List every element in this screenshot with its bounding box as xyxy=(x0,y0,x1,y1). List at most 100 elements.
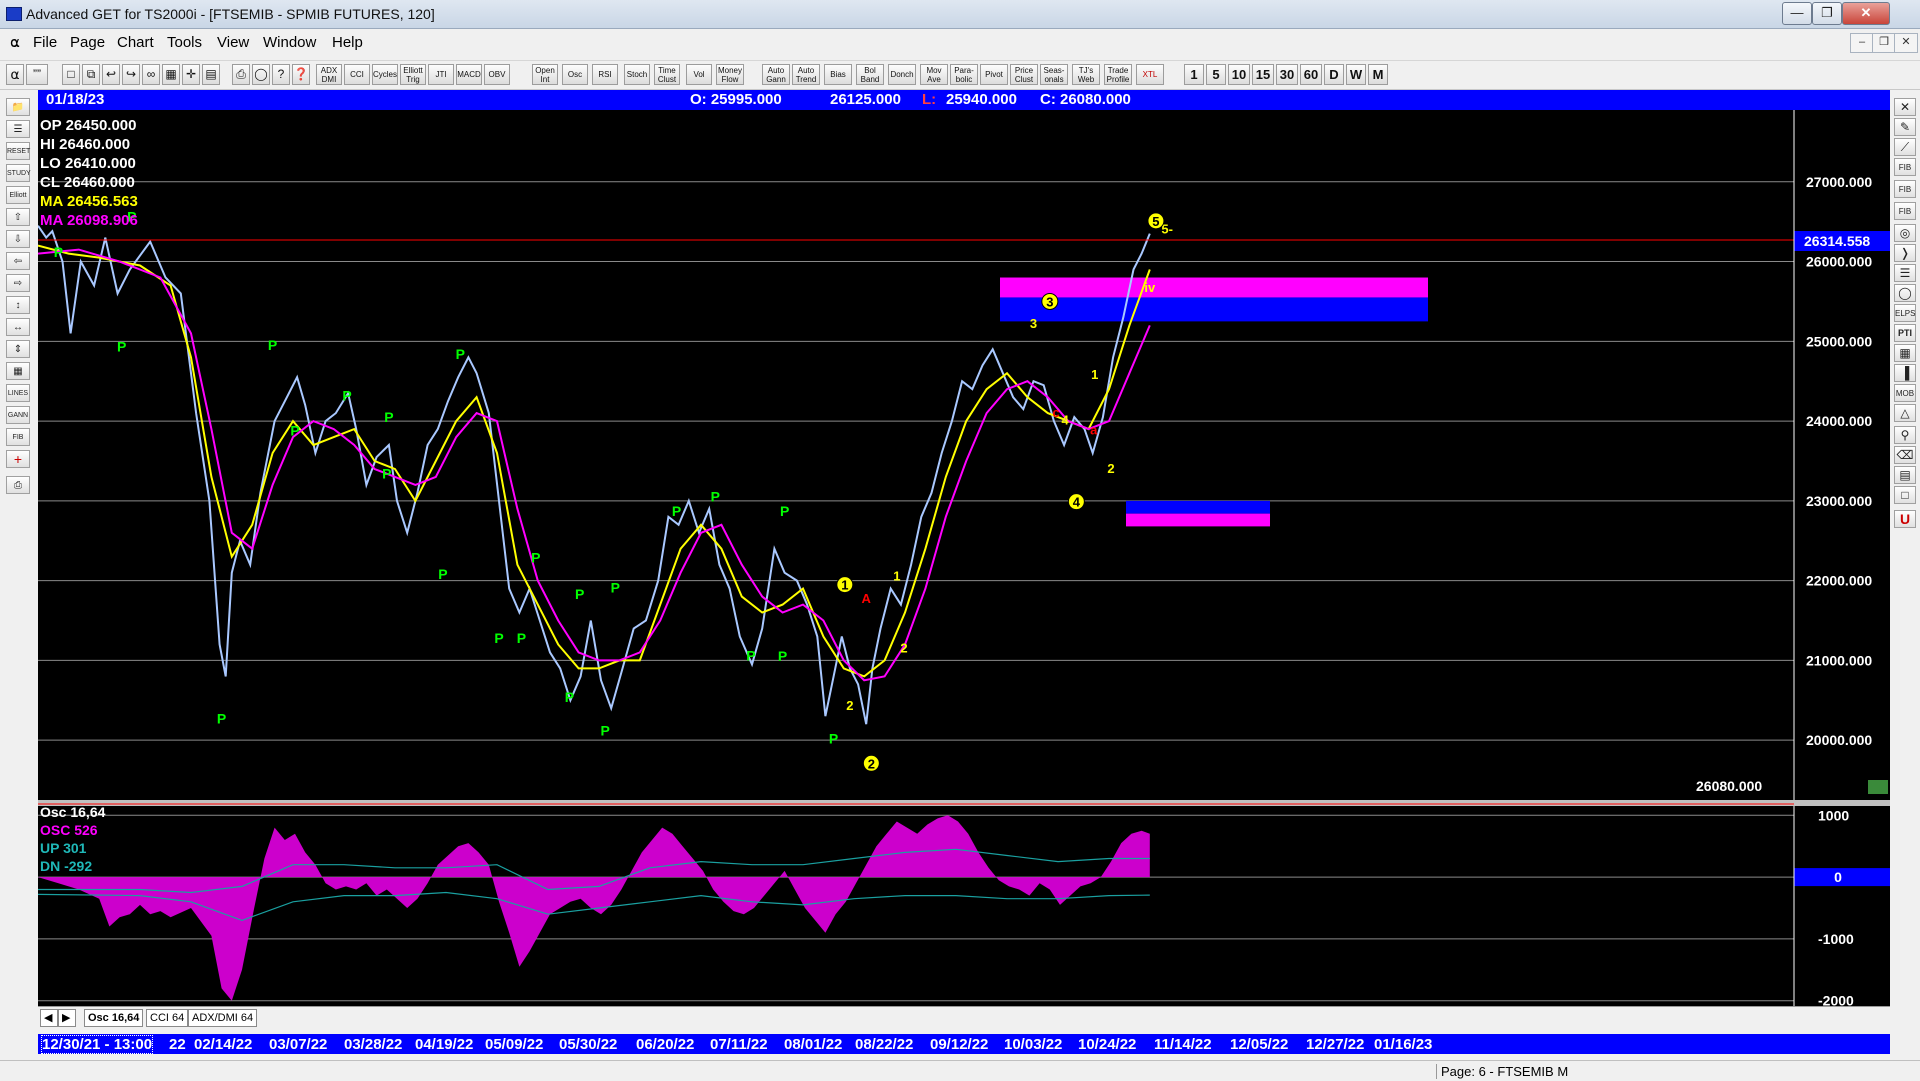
open-folder-icon[interactable]: 📁 xyxy=(6,98,30,116)
study-stoch-button[interactable]: Stoch xyxy=(624,64,650,85)
study-price-clust-button[interactable]: Price Clust xyxy=(1010,64,1038,85)
interval-5-button[interactable]: 5 xyxy=(1206,64,1226,85)
study-bol-band-button[interactable]: Bol Band xyxy=(856,64,884,85)
study-adx-dmi-button[interactable]: ADX DMI xyxy=(316,64,342,85)
study-money-flow-button[interactable]: Money Flow xyxy=(716,64,744,85)
maximize-button[interactable]: ❐ xyxy=(1812,2,1842,25)
tab-scroll-left-icon[interactable]: ◀ xyxy=(40,1009,58,1027)
tab-scroll-right-icon[interactable]: ▶ xyxy=(58,1009,76,1027)
grid-toggle-icon[interactable]: ▦ xyxy=(6,362,30,380)
menu-chart[interactable]: Chart xyxy=(117,34,154,51)
pti-icon[interactable]: PTI xyxy=(1894,324,1916,342)
crosshair-icon[interactable]: ✛ xyxy=(182,64,200,85)
mdi-restore-button[interactable]: ❐ xyxy=(1872,33,1896,53)
menu-page[interactable]: Page xyxy=(70,34,105,51)
copy-page-icon[interactable]: ⧉ xyxy=(82,64,100,85)
help-question-icon[interactable]: ? xyxy=(272,64,290,85)
scroll-grip-icon[interactable] xyxy=(1868,780,1888,794)
interval-1-button[interactable]: 1 xyxy=(1184,64,1204,85)
next-page-icon[interactable]: ↪ xyxy=(122,64,140,85)
study-icon[interactable]: STUDY xyxy=(6,164,31,182)
menu-view[interactable]: View xyxy=(217,34,249,51)
study-auto-trend-button[interactable]: Auto Trend xyxy=(792,64,820,85)
fib-ret-icon[interactable]: FIB xyxy=(1894,158,1916,176)
study-vol-button[interactable]: Vol xyxy=(686,64,712,85)
grid-box-icon[interactable]: ▦ xyxy=(1894,344,1916,362)
trendline-icon[interactable]: ⟋ xyxy=(1894,138,1916,156)
interval-10-button[interactable]: 10 xyxy=(1228,64,1250,85)
mdi-minimize-button[interactable]: – xyxy=(1850,33,1874,53)
context-help-icon[interactable]: ❓ xyxy=(292,64,310,85)
arrow-down-icon[interactable]: ⇩ xyxy=(6,230,30,248)
study-elliott-trig-button[interactable]: Elliott Trig xyxy=(400,64,426,85)
study-auto-gann-button[interactable]: Auto Gann xyxy=(762,64,790,85)
grid-icon[interactable]: ▦ xyxy=(162,64,180,85)
layout-icon[interactable]: ▤ xyxy=(202,64,220,85)
pointer-tool-icon[interactable]: ⍺ xyxy=(6,64,24,85)
gann-icon[interactable]: GANN xyxy=(6,406,30,424)
study-mov-ave-button[interactable]: Mov Ave xyxy=(920,64,948,85)
arrow-right-icon[interactable]: ⇨ xyxy=(6,274,30,292)
bars-icon[interactable]: ▤ xyxy=(1894,466,1916,484)
study-time-clust-button[interactable]: Time Clust xyxy=(654,64,680,85)
study-bias-button[interactable]: Bias xyxy=(824,64,852,85)
ellipse-icon[interactable]: ◯ xyxy=(1894,284,1916,302)
interval-30-button[interactable]: 30 xyxy=(1276,64,1298,85)
study-rsi-button[interactable]: RSI xyxy=(592,64,618,85)
study-obv-button[interactable]: OBV xyxy=(484,64,510,85)
lines-icon[interactable]: LINES xyxy=(6,384,30,402)
study-tjs-web-button[interactable]: TJ's Web xyxy=(1072,64,1100,85)
zoom-horizontal-icon[interactable]: ↔ xyxy=(6,318,30,336)
reset-icon[interactable]: RESET xyxy=(6,142,30,160)
study-parabolic-button[interactable]: Para-bolic xyxy=(950,64,978,85)
mob-icon[interactable]: MOB xyxy=(1894,384,1916,402)
interval-daily-button[interactable]: D xyxy=(1324,64,1344,85)
magnet-icon[interactable]: U xyxy=(1894,510,1916,528)
chart-canvas[interactable]: PPP PPPPPPPPPPP PPPPPPP PPP2A214ca123iv5-12… xyxy=(38,110,1890,1040)
pencil-icon[interactable]: ✎ xyxy=(1894,118,1916,136)
study-cycles-button[interactable]: Cycles xyxy=(372,64,398,85)
zoom-vertical-icon[interactable]: ↕ xyxy=(6,296,30,314)
new-page-icon[interactable]: □ xyxy=(62,64,80,85)
print-chart-icon[interactable]: ⎙ xyxy=(6,476,30,494)
triangle-icon[interactable]: △ xyxy=(1894,404,1916,422)
close-x-icon[interactable]: ✕ xyxy=(1894,98,1916,116)
fan-lines-icon[interactable]: ❭ xyxy=(1894,244,1916,262)
fib-icon[interactable]: FIB xyxy=(6,428,30,446)
dollar-icon[interactable]: □ xyxy=(1894,486,1916,504)
link-icon[interactable]: ∞ xyxy=(142,64,160,85)
crosshair-red-icon[interactable]: + xyxy=(6,450,30,468)
interval-weekly-button[interactable]: W xyxy=(1346,64,1366,85)
fib-ext-icon[interactable]: FIB xyxy=(1894,180,1916,198)
close-button[interactable]: ✕ xyxy=(1842,2,1890,25)
elliott-icon[interactable]: Elliott xyxy=(6,186,30,204)
menu-tools[interactable]: Tools xyxy=(167,34,202,51)
study-pivot-button[interactable]: Pivot xyxy=(980,64,1008,85)
lightbulb-icon[interactable]: ◯ xyxy=(252,64,270,85)
channel-icon[interactable]: ☰ xyxy=(1894,264,1916,282)
study-trade-profile-button[interactable]: Trade Profile xyxy=(1104,64,1132,85)
tab-adx-dmi[interactable]: ADX/DMI 64 xyxy=(188,1009,258,1027)
compress-icon[interactable]: ⇕ xyxy=(6,340,30,358)
print-icon[interactable]: ⎙ xyxy=(232,64,250,85)
target-icon[interactable]: ◎ xyxy=(1894,224,1916,242)
histogram-icon[interactable]: ▐ xyxy=(1894,364,1916,382)
menu-help[interactable]: Help xyxy=(332,34,363,51)
tab-cci[interactable]: CCI 64 xyxy=(146,1009,189,1027)
interval-monthly-button[interactable]: M xyxy=(1368,64,1388,85)
minimize-button[interactable]: — xyxy=(1782,2,1812,25)
study-osc-button[interactable]: Osc xyxy=(562,64,588,85)
eraser-icon[interactable]: ⌫ xyxy=(1894,446,1916,464)
study-seasonals-button[interactable]: Seas-onals xyxy=(1040,64,1068,85)
fib-time-icon[interactable]: FIB xyxy=(1894,202,1916,220)
system-menu-icon[interactable]: ⍺ xyxy=(10,33,20,51)
menu-file[interactable]: File xyxy=(33,34,57,51)
gann-tool-icon[interactable]: ☰ xyxy=(6,120,30,138)
study-macd-button[interactable]: MACD xyxy=(456,64,482,85)
arrow-up-icon[interactable]: ⇧ xyxy=(6,208,30,226)
ellips-icon[interactable]: ELPS xyxy=(1894,304,1916,322)
study-donch-button[interactable]: Donch xyxy=(888,64,916,85)
magnifier-icon[interactable]: ⚲ xyxy=(1894,426,1916,444)
arrow-left-icon[interactable]: ⇦ xyxy=(6,252,30,270)
tab-osc[interactable]: Osc 16,64 xyxy=(84,1009,144,1027)
